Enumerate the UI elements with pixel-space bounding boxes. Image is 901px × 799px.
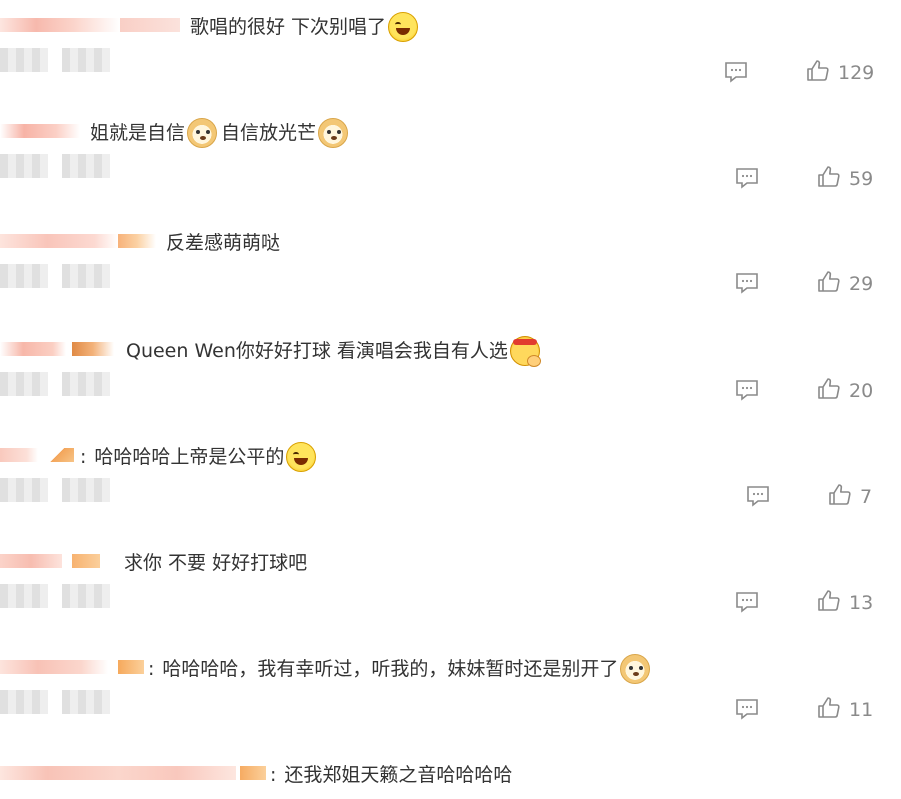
like-icon[interactable] [828, 483, 852, 507]
blurred-username [0, 442, 74, 468]
like-count: 13 [849, 592, 874, 614]
like-count: 29 [849, 273, 874, 295]
doge-emoji [187, 118, 218, 148]
comment-item: 歌唱的很好 下次别唱了 129 [0, 12, 901, 118]
blurred-meta [0, 48, 110, 76]
blurred-username [0, 118, 80, 144]
comment-item: 求你 不要 好好打球吧 13 [0, 548, 901, 654]
comment-text: : 还我郑姐天籁之音哈哈哈哈 [270, 764, 513, 786]
blurred-username [0, 548, 100, 574]
blurred-meta [0, 372, 110, 400]
blurred-username [0, 336, 114, 362]
reply-icon[interactable] [735, 272, 759, 294]
comment-text: : 哈哈哈哈，我有幸听过，听我的，妹妹暂时还是别开了 [148, 654, 651, 684]
blurred-username [0, 760, 266, 786]
reply-icon[interactable] [735, 379, 759, 401]
comment-item: 反差感萌萌哒 29 [0, 228, 901, 334]
like-count: 20 [849, 380, 874, 402]
doge-emoji [318, 118, 349, 148]
like-count: 129 [838, 62, 875, 84]
blurred-meta [0, 154, 110, 182]
blurred-meta [0, 264, 110, 292]
blurred-username [0, 12, 180, 38]
like-icon[interactable] [817, 589, 841, 613]
blurred-username [0, 228, 156, 254]
comment-item: 姐就是自信 自信放光芒 59 [0, 118, 901, 224]
reply-icon[interactable] [735, 698, 759, 720]
reply-icon[interactable] [735, 591, 759, 613]
laugh-emoji [286, 442, 317, 472]
comment-text: Queen Wen你好好打球 看演唱会我自有人选 [126, 336, 541, 367]
like-icon[interactable] [817, 270, 841, 294]
comment-text: 姐就是自信 自信放光芒 [90, 118, 349, 148]
blurred-username [0, 654, 144, 680]
comment-text: 歌唱的很好 下次别唱了 [190, 12, 419, 42]
reply-icon[interactable] [746, 485, 770, 507]
comment-item: Queen Wen你好好打球 看演唱会我自有人选 20 [0, 336, 901, 442]
like-icon[interactable] [817, 165, 841, 189]
comment-item: : 哈哈哈哈，我有幸听过，听我的，妹妹暂时还是别开了 11 [0, 654, 901, 760]
reply-icon[interactable] [724, 61, 748, 83]
comment-text: 求你 不要 好好打球吧 [124, 552, 308, 574]
like-count: 59 [849, 168, 874, 190]
blurred-meta [0, 690, 110, 718]
blurred-meta [0, 478, 110, 506]
like-count: 7 [860, 486, 873, 508]
comment-text: 反差感萌萌哒 [166, 232, 281, 254]
laugh-cry-emoji [388, 12, 419, 42]
like-icon[interactable] [817, 696, 841, 720]
like-icon[interactable] [817, 377, 841, 401]
fist-emoji [509, 336, 541, 367]
reply-icon[interactable] [735, 167, 759, 189]
blurred-meta [0, 584, 110, 612]
comment-item: : 哈哈哈哈上帝是公平的 7 [0, 442, 901, 548]
like-icon[interactable] [806, 59, 830, 83]
doge-emoji [620, 654, 651, 684]
comment-item: : 还我郑姐天籁之音哈哈哈哈 [0, 760, 901, 799]
like-count: 11 [849, 699, 874, 721]
comment-text: : 哈哈哈哈上帝是公平的 [80, 442, 317, 472]
